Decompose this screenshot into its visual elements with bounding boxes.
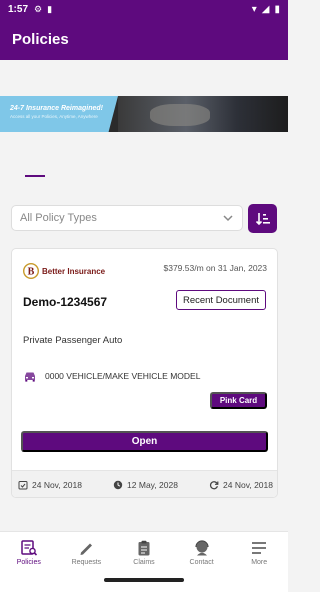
- expiry-date: 12 May, 2028: [113, 480, 178, 490]
- chevron-down-icon: [223, 215, 233, 222]
- nav-requests[interactable]: Requests: [58, 532, 116, 573]
- car-icon: [25, 372, 35, 382]
- nav-requests-label: Requests: [71, 558, 102, 566]
- policy-type-select-value: All Policy Types: [20, 212, 97, 224]
- start-date-text: 24 Nov, 2018: [32, 480, 82, 490]
- policy-card[interactable]: B Better Insurance $379.53/m on 31 Jan, …: [11, 248, 278, 498]
- clock-icon: [113, 480, 123, 490]
- renewal-date-text: 24 Nov, 2018: [223, 480, 273, 490]
- battery-icon: ▮: [274, 3, 280, 15]
- bottom-navigation: Policies Requests Claims Contact More: [0, 531, 288, 573]
- page-title: Policies: [12, 30, 69, 48]
- banner-subtext: Access all your Policies, Anytime, Anywh…: [10, 114, 98, 119]
- settings-status-icon: ⚙: [34, 3, 43, 14]
- start-date: 24 Nov, 2018: [18, 480, 82, 490]
- recent-document-button[interactable]: Recent Document: [175, 290, 266, 310]
- status-bar: 1:57 ⚙ ▮ ▾ ◢ ▮: [0, 0, 288, 18]
- sort-button[interactable]: [248, 204, 277, 233]
- banner-headline: 24-7 Insurance Reimagined!: [10, 105, 103, 112]
- vehicle-row: 0000 VEHICLE/MAKE VEHICLE MODEL: [23, 370, 200, 382]
- refresh-icon: [210, 481, 219, 490]
- nav-contact-label: Contact: [189, 558, 214, 566]
- renewal-date: 24 Nov, 2018: [209, 480, 273, 490]
- nav-claims[interactable]: Claims: [115, 532, 173, 573]
- vehicle-description: 0000 VEHICLE/MAKE VEHICLE MODEL: [45, 371, 201, 381]
- policies-icon: [21, 539, 37, 556]
- calendar-check-icon: [18, 481, 28, 490]
- policy-type: Private Passenger Auto: [23, 335, 123, 346]
- policy-dates: 24 Nov, 2018 12 May, 2028 24 Nov, 2018: [12, 470, 277, 497]
- nav-more[interactable]: More: [230, 532, 288, 573]
- insurer-logo: B Better Insurance: [23, 262, 105, 280]
- promo-banner[interactable]: 24-7 Insurance Reimagined! Access all yo…: [0, 96, 288, 132]
- nav-claims-label: Claims: [133, 558, 155, 566]
- app-bar: Policies: [0, 18, 288, 60]
- insurer-logo-icon: B: [23, 263, 39, 279]
- sort-icon: [255, 212, 270, 225]
- sim-status-icon: ▮: [47, 3, 53, 14]
- svg-text:B: B: [28, 267, 35, 278]
- clipboard-icon: [138, 540, 150, 555]
- tab-indicator: [25, 175, 45, 177]
- gesture-bar: [0, 573, 288, 592]
- insurer-name: Better Insurance: [42, 266, 106, 276]
- pencil-icon: [80, 543, 93, 555]
- nav-contact[interactable]: Contact: [173, 532, 231, 573]
- policy-type-select[interactable]: All Policy Types: [11, 205, 243, 231]
- premium-amount: $379.53/m on 31 Jan, 2023: [163, 263, 268, 273]
- nav-more-label: More: [251, 558, 268, 566]
- pink-card-button[interactable]: Pink Card: [210, 392, 267, 409]
- nav-policies[interactable]: Policies: [0, 532, 58, 573]
- home-indicator[interactable]: [104, 578, 184, 582]
- menu-icon: [252, 541, 267, 554]
- support-agent-icon: [194, 539, 209, 555]
- policy-number: Demo-1234567: [23, 295, 108, 309]
- signal-icon: ◢: [261, 3, 270, 15]
- open-button[interactable]: Open: [21, 431, 268, 452]
- expiry-date-text: 12 May, 2028: [127, 480, 178, 490]
- status-time: 1:57: [8, 3, 29, 15]
- nav-policies-label: Policies: [16, 558, 41, 566]
- wifi-icon: ▾: [251, 3, 257, 15]
